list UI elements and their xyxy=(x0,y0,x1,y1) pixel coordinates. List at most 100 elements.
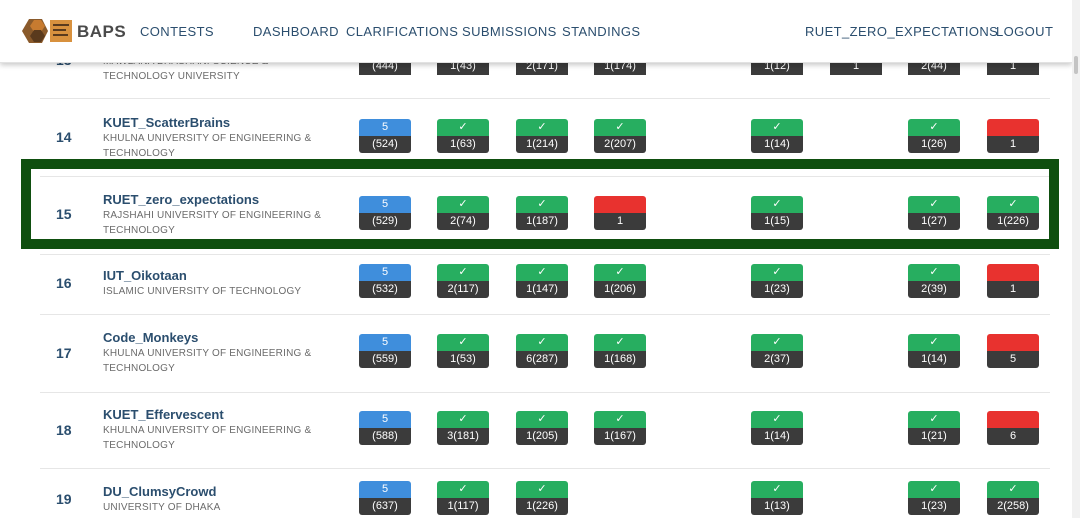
team-rank: 15 xyxy=(56,206,72,222)
problem-cell[interactable]: 1 xyxy=(830,58,882,92)
solved-count-cell[interactable]: 5 (559) xyxy=(359,334,411,368)
nav-dashboard[interactable]: DASHBOARD xyxy=(253,24,339,39)
problem-cell[interactable]: ✓ 1(63) xyxy=(437,119,489,153)
problem-cell[interactable]: ✓ 1(14) xyxy=(751,119,803,153)
scrollbar[interactable] xyxy=(1072,0,1080,518)
problem-cell[interactable]: ✓ 2(207) xyxy=(594,119,646,153)
attempt-count: 1(205) xyxy=(516,428,568,445)
brand-name[interactable]: BAPS xyxy=(77,22,126,42)
accepted-check-icon: ✓ xyxy=(594,119,646,136)
problem-cell[interactable]: ✓ 1(167) xyxy=(594,411,646,445)
team-name[interactable]: KUET_Effervescent xyxy=(103,407,224,422)
problem-cell[interactable]: 1 xyxy=(987,119,1039,153)
problem-cell[interactable]: ✓ 1(117) xyxy=(437,481,489,515)
attempt-count: 1(23) xyxy=(908,498,960,515)
problem-cell[interactable]: ✓ 1(206) xyxy=(594,264,646,298)
problem-cell[interactable]: ✓ 2(37) xyxy=(751,334,803,368)
problem-cell[interactable]: ✓ 6(287) xyxy=(516,334,568,368)
penalty-time: (524) xyxy=(359,136,411,153)
problem-cell[interactable]: 1(12) xyxy=(751,58,803,92)
team-name[interactable]: Code_Monkeys xyxy=(103,330,198,345)
problem-cell[interactable]: ✓ 1(147) xyxy=(516,264,568,298)
problem-cell[interactable]: 5 xyxy=(987,334,1039,368)
solved-count-cell[interactable]: 5 (637) xyxy=(359,481,411,515)
nav-standings[interactable]: STANDINGS xyxy=(562,24,640,39)
problem-cell[interactable]: ✓ 1(187) xyxy=(516,196,568,230)
problem-cell[interactable]: 1 xyxy=(987,264,1039,298)
attempt-count: 1 xyxy=(987,136,1039,153)
problem-cell[interactable]: ✓ 1(23) xyxy=(751,264,803,298)
attempt-count: 2(74) xyxy=(437,213,489,230)
problem-cell[interactable]: ✓ 1(226) xyxy=(987,196,1039,230)
nav-clarifications[interactable]: CLARIFICATIONS xyxy=(346,24,458,39)
accepted-check-icon: ✓ xyxy=(516,411,568,428)
team-rank: 14 xyxy=(56,129,72,145)
team-university: KHULNA UNIVERSITY OF ENGINEERING & TECHN… xyxy=(103,425,312,451)
attempt-count: 1(13) xyxy=(751,498,803,515)
attempt-count: 1(21) xyxy=(908,428,960,445)
rejected-status xyxy=(987,119,1039,136)
team-university: KHULNA UNIVERSITY OF ENGINEERING & TECHN… xyxy=(103,348,312,374)
problem-cell[interactable]: ✓ 1(26) xyxy=(908,119,960,153)
problem-cell[interactable]: 2(44) xyxy=(908,58,960,92)
problem-cell[interactable]: ✓ 2(117) xyxy=(437,264,489,298)
problem-cell[interactable]: ✓ 1(53) xyxy=(437,334,489,368)
nav-submissions[interactable]: SUBMISSIONS xyxy=(462,24,557,39)
attempt-count: 1(23) xyxy=(751,281,803,298)
team-name[interactable]: DU_ClumsyCrowd xyxy=(103,484,216,499)
problem-cell[interactable]: ✓ 1(14) xyxy=(751,411,803,445)
problem-cell[interactable]: ✓ 1(23) xyxy=(908,481,960,515)
accepted-check-icon: ✓ xyxy=(908,411,960,428)
solved-count-cell[interactable]: 5 (588) xyxy=(359,411,411,445)
solved-count-cell[interactable]: (444) xyxy=(359,58,411,92)
attempt-count: 1(147) xyxy=(516,281,568,298)
accepted-check-icon: ✓ xyxy=(751,481,803,498)
nav-user[interactable]: RUET_ZERO_EXPECTATIONS xyxy=(805,24,998,39)
accepted-check-icon: ✓ xyxy=(751,264,803,281)
team-rank: 19 xyxy=(56,491,72,507)
team-name[interactable]: KUET_ScatterBrains xyxy=(103,115,230,130)
problem-cell[interactable]: 1 xyxy=(987,58,1039,92)
problem-cell[interactable]: 6 xyxy=(987,411,1039,445)
rejected-status xyxy=(987,334,1039,351)
problem-cell[interactable]: ✓ 1(14) xyxy=(908,334,960,368)
problem-cell[interactable]: ✓ 2(258) xyxy=(987,481,1039,515)
attempt-count: 1(27) xyxy=(908,213,960,230)
accepted-check-icon: ✓ xyxy=(751,119,803,136)
accepted-check-icon: ✓ xyxy=(437,481,489,498)
problem-cell[interactable]: ✓ 1(205) xyxy=(516,411,568,445)
problem-cell[interactable]: ✓ 1(168) xyxy=(594,334,646,368)
accepted-check-icon: ✓ xyxy=(751,411,803,428)
attempt-count: 1(14) xyxy=(908,351,960,368)
problem-cell[interactable]: 1 xyxy=(594,196,646,230)
problem-cell[interactable]: ✓ 1(15) xyxy=(751,196,803,230)
problem-cell[interactable]: 2(171) xyxy=(516,58,568,92)
accepted-check-icon: ✓ xyxy=(437,411,489,428)
attempt-count: 5 xyxy=(987,351,1039,368)
baps-logo[interactable] xyxy=(20,16,74,46)
team-name[interactable]: IUT_Oikotaan xyxy=(103,268,187,283)
problem-cell[interactable]: ✓ 1(226) xyxy=(516,481,568,515)
problem-cell[interactable]: 1(174) xyxy=(594,58,646,92)
logout-link[interactable]: LOGOUT xyxy=(996,24,1053,39)
scrollbar-thumb[interactable] xyxy=(1074,56,1078,74)
problem-cell[interactable]: ✓ 1(214) xyxy=(516,119,568,153)
solved-count-cell[interactable]: 5 (524) xyxy=(359,119,411,153)
attempt-count: 1(187) xyxy=(516,213,568,230)
penalty-time: (559) xyxy=(359,351,411,368)
problem-cell[interactable]: ✓ 2(74) xyxy=(437,196,489,230)
attempt-count: 1(117) xyxy=(437,498,489,515)
problem-cell[interactable]: ✓ 1(27) xyxy=(908,196,960,230)
problem-cell[interactable]: ✓ 1(21) xyxy=(908,411,960,445)
problem-cell[interactable]: ✓ 3(181) xyxy=(437,411,489,445)
solved-count-cell[interactable]: 5 (529) xyxy=(359,196,411,230)
problem-cell[interactable]: 1(43) xyxy=(437,58,489,92)
nav-contests[interactable]: CONTESTS xyxy=(140,24,214,39)
problem-cell[interactable]: ✓ 2(39) xyxy=(908,264,960,298)
accepted-check-icon: ✓ xyxy=(516,264,568,281)
problem-cell[interactable]: ✓ 1(13) xyxy=(751,481,803,515)
penalty-time: (588) xyxy=(359,428,411,445)
solved-count-cell[interactable]: 5 (532) xyxy=(359,264,411,298)
top-navbar: BAPS CONTESTS DASHBOARD CLARIFICATIONS S… xyxy=(0,0,1072,63)
team-name[interactable]: RUET_zero_expectations xyxy=(103,192,259,207)
